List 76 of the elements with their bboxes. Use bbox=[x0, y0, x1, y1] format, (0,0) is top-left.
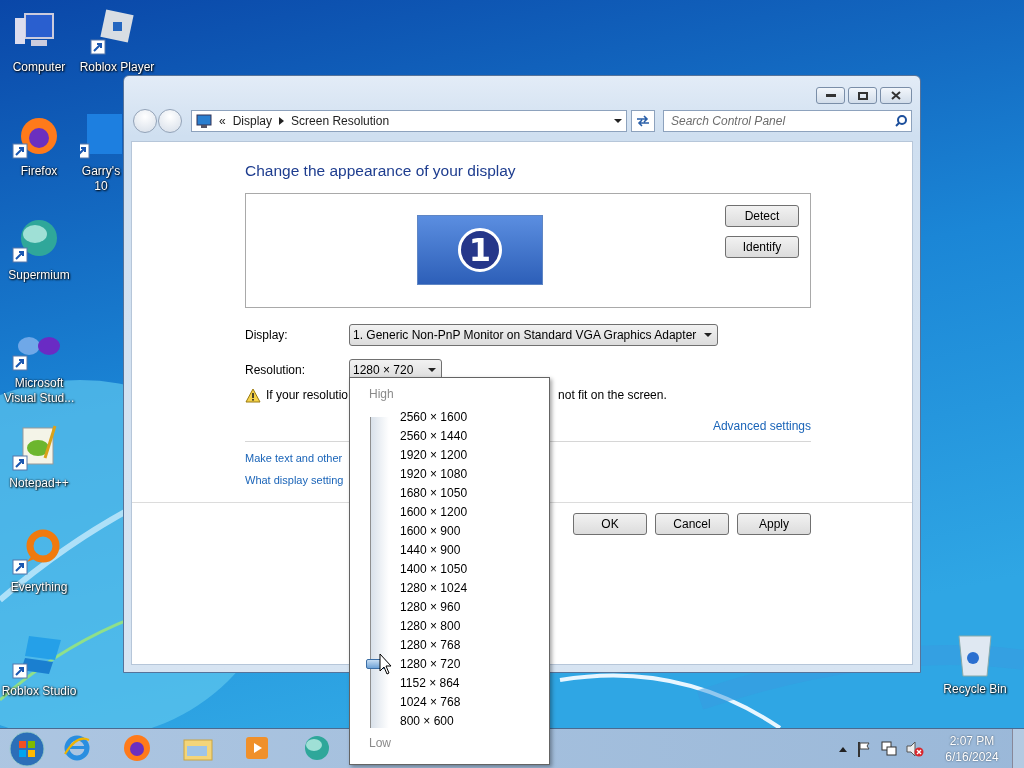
app-tile-icon[interactable] bbox=[80, 112, 122, 160]
help-link[interactable]: Make text and other bbox=[245, 452, 343, 464]
caret-icon bbox=[704, 333, 713, 337]
resolution-option[interactable]: 1024 × 768 bbox=[400, 693, 468, 712]
display-dropdown[interactable]: 1. Generic Non-PnP Monitor on Standard VGA Graphics Adapter bbox=[349, 324, 719, 346]
windows-logo-icon bbox=[7, 730, 47, 768]
resolution-option[interactable]: 800 × 600 bbox=[400, 712, 468, 731]
desktop-icon-label: Garry's 10 bbox=[81, 164, 121, 194]
desktop-icon-label: Computer bbox=[12, 60, 66, 75]
desktop-icon-label: Roblox Player bbox=[79, 60, 155, 75]
desktop-icon-label: Everything bbox=[10, 580, 68, 595]
field-label: Display: bbox=[245, 328, 289, 342]
refresh-button[interactable] bbox=[631, 110, 655, 132]
warning-icon bbox=[245, 387, 261, 403]
slider-end-label: High bbox=[369, 387, 394, 401]
page-heading: Change the appearance of your display bbox=[245, 162, 517, 181]
refresh-icon bbox=[636, 115, 650, 127]
resolution-option[interactable]: 1400 × 1050 bbox=[400, 560, 468, 579]
desktop-icon-label: Supermium bbox=[8, 268, 70, 283]
desktop-icon-label: Firefox bbox=[20, 164, 58, 179]
resolution-option[interactable]: 1680 × 1050 bbox=[400, 484, 468, 503]
warning-text: If your resolutio bbox=[266, 388, 349, 402]
resolution-option[interactable]: 1280 × 800 bbox=[400, 617, 468, 636]
chevron-right-icon[interactable] bbox=[279, 117, 285, 125]
resolution-option[interactable]: 1280 × 768 bbox=[400, 636, 468, 655]
chevron-up-icon[interactable] bbox=[839, 746, 847, 752]
field-label: Resolution: bbox=[245, 363, 307, 377]
breadcrumb[interactable]: Screen Resolution bbox=[291, 114, 390, 128]
resolution-option[interactable]: 1280 × 720 bbox=[400, 655, 468, 674]
warning-text: not fit on the screen. bbox=[558, 388, 667, 402]
close-icon bbox=[891, 91, 901, 100]
resolution-option[interactable]: 2560 × 1600 bbox=[400, 408, 468, 427]
search-icon[interactable] bbox=[895, 115, 907, 127]
resolution-option[interactable]: 1280 × 1024 bbox=[400, 579, 468, 598]
desktop-icon-label: Roblox Studio bbox=[1, 684, 77, 699]
minimize-button[interactable] bbox=[816, 87, 845, 104]
resolution-option[interactable]: 1152 × 864 bbox=[400, 674, 468, 693]
desktop-icon-label: Notepad++ bbox=[9, 476, 69, 491]
start-button[interactable] bbox=[6, 730, 48, 768]
resolution-option[interactable]: 1280 × 960 bbox=[400, 598, 468, 617]
resolution-option[interactable]: 1920 × 1200 bbox=[400, 446, 468, 465]
clock-time: 2:07 PM bbox=[949, 733, 995, 749]
display-number: 1 bbox=[458, 228, 502, 272]
maximize-button[interactable] bbox=[848, 87, 877, 104]
dialog-button[interactable]: Apply bbox=[737, 513, 811, 535]
address-bar[interactable]: « Display Screen Resolution bbox=[191, 110, 627, 132]
address-overflow[interactable]: « bbox=[219, 114, 226, 128]
fox-globe-icon bbox=[123, 734, 153, 764]
dialog-button[interactable]: OK bbox=[573, 513, 647, 535]
panel-button[interactable]: Detect bbox=[725, 205, 799, 227]
advanced-settings-link[interactable]: Advanced settings bbox=[712, 419, 811, 433]
maximize-icon bbox=[857, 91, 868, 100]
slider-end-label: Low bbox=[369, 736, 391, 750]
resolution-option[interactable]: 1440 × 900 bbox=[400, 541, 468, 560]
caret-icon[interactable] bbox=[614, 119, 622, 123]
monitor-icon bbox=[196, 114, 212, 128]
network-icon[interactable] bbox=[881, 741, 897, 757]
minimize-icon bbox=[825, 93, 836, 98]
resolution-option[interactable]: 1920 × 1080 bbox=[400, 465, 468, 484]
breadcrumb[interactable]: Display bbox=[232, 114, 273, 128]
speaker-muted-icon[interactable] bbox=[906, 741, 924, 757]
caret-icon bbox=[428, 368, 436, 372]
desktop-icon-label: Microsoft Visual Stud... bbox=[3, 376, 75, 406]
flag-icon[interactable] bbox=[856, 741, 872, 757]
clock-date: 6/16/2024 bbox=[945, 749, 999, 765]
mouse-pointer-icon bbox=[379, 653, 393, 675]
search-field[interactable]: Search Control Panel bbox=[663, 110, 912, 132]
close-button[interactable] bbox=[880, 87, 912, 104]
resolution-option[interactable]: 2560 × 1440 bbox=[400, 427, 468, 446]
dialog-button[interactable]: Cancel bbox=[655, 513, 729, 535]
desktop-icon-label: Recycle Bin bbox=[943, 682, 1007, 697]
help-link[interactable]: What display setting bbox=[245, 474, 344, 486]
monitor-preview[interactable]: 1 bbox=[417, 215, 543, 285]
resolution-option[interactable]: 1600 × 900 bbox=[400, 522, 468, 541]
panel-button[interactable]: Identify bbox=[725, 236, 799, 258]
resolution-option[interactable]: 1600 × 1200 bbox=[400, 503, 468, 522]
